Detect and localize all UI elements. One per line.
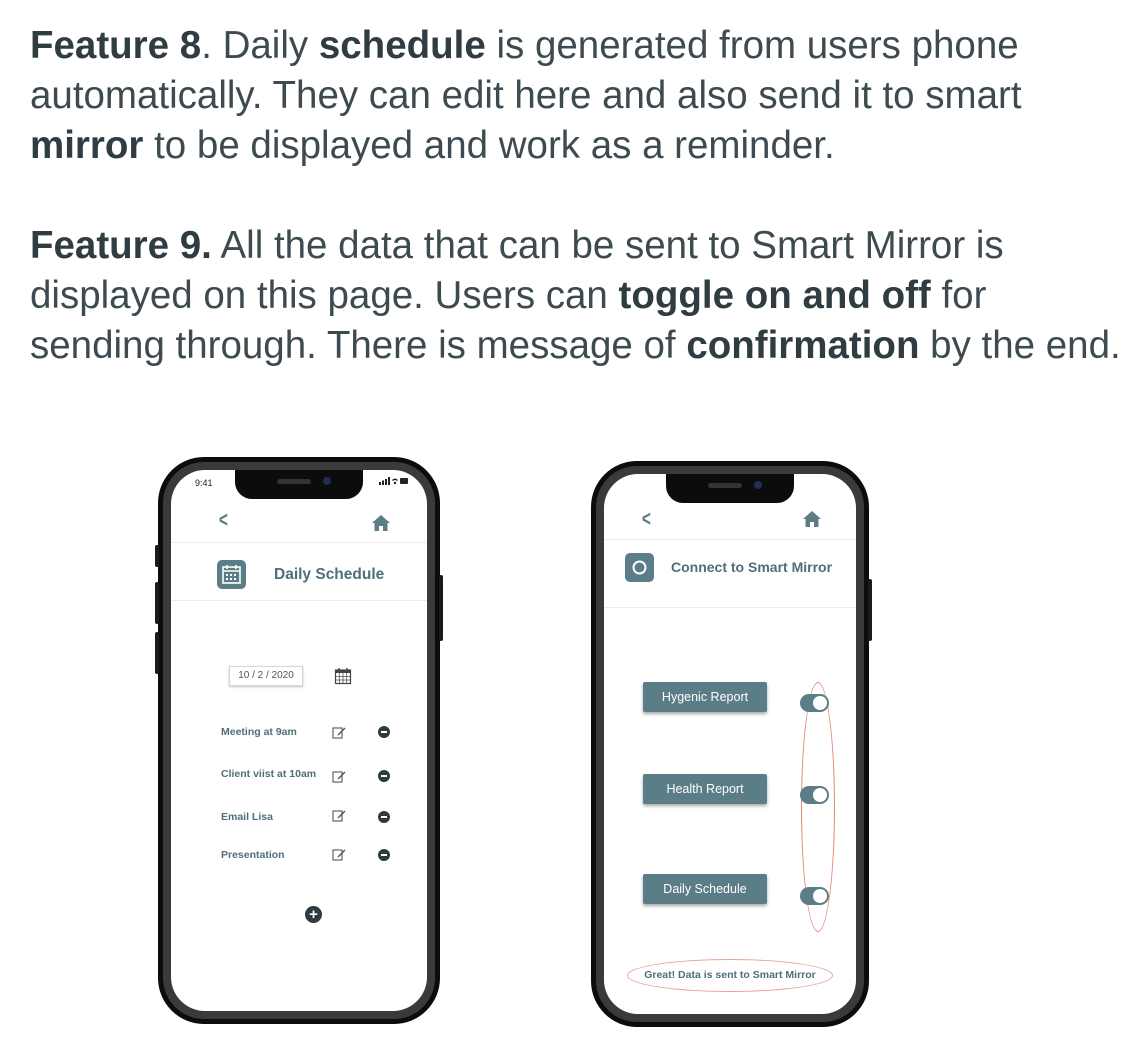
status-icons xyxy=(379,476,409,488)
calendar-picker-icon[interactable] xyxy=(334,667,352,685)
schedule-item-label: Presentation xyxy=(221,849,285,861)
power-button xyxy=(868,579,872,641)
edit-icon[interactable] xyxy=(332,808,346,822)
volume-down-button xyxy=(155,632,159,674)
page-title: Daily Schedule xyxy=(274,566,385,583)
edit-icon[interactable] xyxy=(332,847,346,861)
feature-8-description: Feature 8. Daily schedule is generated f… xyxy=(30,24,1022,167)
home-icon[interactable] xyxy=(802,510,822,528)
confirmation-message: Great! Data is sent to Smart Mirror xyxy=(627,959,833,992)
feature-8-heading: Feature 8 xyxy=(30,24,202,67)
add-item-button[interactable]: + xyxy=(305,906,322,923)
remove-icon[interactable] xyxy=(378,726,390,738)
home-icon[interactable] xyxy=(371,514,391,532)
health-report-toggle[interactable] xyxy=(800,786,829,804)
mirror-icon xyxy=(625,553,654,582)
feature-9-heading: Feature 9. xyxy=(30,224,212,267)
status-time: 9:41 xyxy=(195,478,213,488)
back-button[interactable]: < xyxy=(219,507,228,533)
phone-notch xyxy=(666,474,794,503)
remove-icon[interactable] xyxy=(378,849,390,861)
calendar-icon xyxy=(217,560,246,589)
schedule-item-label: Client viist at 10am xyxy=(221,768,317,780)
feature-9-description: Feature 9. All the data that can be sent… xyxy=(30,224,1121,367)
remove-icon[interactable] xyxy=(378,770,390,782)
phone-screen: 9:41 < Daily Schedule 10 / 2 / 2020 Meet… xyxy=(171,470,427,1011)
toggle-knob xyxy=(813,788,827,802)
page-title: Connect to Smart Mirror xyxy=(671,559,833,575)
toggle-knob xyxy=(813,889,827,903)
back-button[interactable]: < xyxy=(642,506,651,532)
volume-up-button xyxy=(155,582,159,624)
date-field[interactable]: 10 / 2 / 2020 xyxy=(229,666,303,686)
schedule-item-label: Meeting at 9am xyxy=(221,726,297,738)
hygenic-report-toggle[interactable] xyxy=(800,694,829,712)
schedule-item-label: Email Lisa xyxy=(221,811,273,823)
edit-icon[interactable] xyxy=(332,769,346,783)
phone-screen: < Connect to Smart Mirror Hygenic Report… xyxy=(604,474,856,1014)
daily-schedule-toggle[interactable] xyxy=(800,887,829,905)
remove-icon[interactable] xyxy=(378,811,390,823)
hygenic-report-button[interactable]: Hygenic Report xyxy=(643,682,767,712)
health-report-button[interactable]: Health Report xyxy=(643,774,767,804)
phone-daily-schedule: 9:41 < Daily Schedule 10 / 2 / 2020 Meet… xyxy=(155,457,443,1024)
mute-switch xyxy=(155,545,159,567)
phone-smart-mirror: < Connect to Smart Mirror Hygenic Report… xyxy=(591,461,872,1027)
toggle-knob xyxy=(813,696,827,710)
power-button xyxy=(439,575,443,641)
phone-notch xyxy=(235,470,363,499)
daily-schedule-button[interactable]: Daily Schedule xyxy=(643,874,767,904)
edit-icon[interactable] xyxy=(332,725,346,739)
